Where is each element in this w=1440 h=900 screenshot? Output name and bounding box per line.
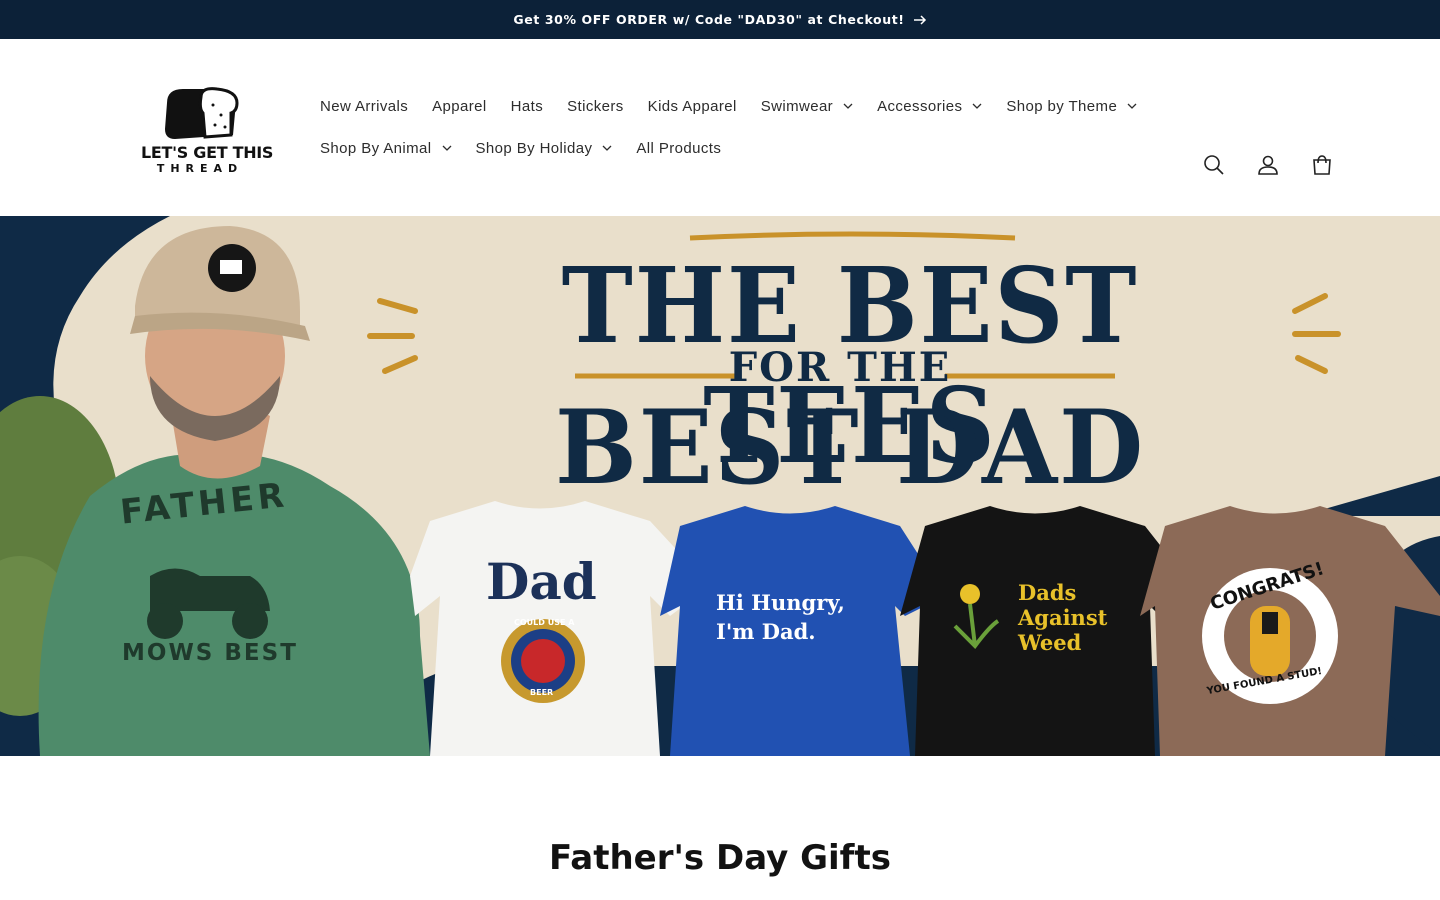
nav-apparel[interactable]: Apparel <box>420 85 499 127</box>
bread-logo-icon <box>165 87 239 139</box>
chevron-down-icon <box>602 145 612 151</box>
header-icons <box>1198 147 1338 183</box>
cart-button[interactable] <box>1306 147 1338 183</box>
nav-all-products[interactable]: All Products <box>624 127 733 169</box>
search-button[interactable] <box>1198 147 1230 183</box>
shirt-black-line-1: Dads <box>1018 580 1077 605</box>
arrow-right-icon <box>913 14 926 25</box>
brand-line-2: THREAD <box>156 162 244 175</box>
nav-label: Hats <box>510 97 544 115</box>
nav-label: New Arrivals <box>320 97 409 115</box>
nav-label: Shop By Holiday <box>475 139 593 157</box>
nav-shop-by-holiday[interactable]: Shop By Holiday <box>464 127 625 169</box>
brand-line-1: LET'S GET THIS <box>141 143 274 162</box>
nav-stickers[interactable]: Stickers <box>555 85 636 127</box>
nav-label: Shop by Theme <box>1006 97 1118 115</box>
nav-label: Shop By Animal <box>320 139 432 157</box>
shirt-blue-line-1: Hi Hungry, <box>716 590 845 615</box>
account-icon <box>1258 155 1278 175</box>
nav-hats[interactable]: Hats <box>499 85 555 127</box>
shirt-blue-line-2: I'm Dad. <box>716 619 816 644</box>
nav-kids-apparel[interactable]: Kids Apparel <box>636 85 749 127</box>
shirt-white-text: Dad <box>486 552 597 611</box>
nav-label: Stickers <box>567 97 624 115</box>
nav-swimwear[interactable]: Swimwear <box>749 85 865 127</box>
nav-shop-by-animal[interactable]: Shop By Animal <box>308 127 464 169</box>
hero-title-line-3: BEST DAD <box>554 388 1146 508</box>
site-header: LET'S GET THIS THREAD New Arrivals Appar… <box>0 39 1440 216</box>
nav-accessories[interactable]: Accessories <box>865 85 994 127</box>
shirt-black-line-2: Against <box>1018 605 1108 630</box>
shirt-black-line-3: Weed <box>1018 630 1082 655</box>
nav-shop-by-theme[interactable]: Shop by Theme <box>994 85 1149 127</box>
nav-label: Apparel <box>432 97 487 115</box>
hero-title-line-2: FOR THE <box>728 344 952 391</box>
search-icon <box>1204 155 1224 175</box>
chevron-down-icon <box>972 103 982 109</box>
nav-label: Accessories <box>877 97 963 115</box>
chevron-down-icon <box>442 145 451 151</box>
nav-label: All Products <box>636 139 722 157</box>
announcement-text[interactable]: Get 30% OFF ORDER w/ Code "DAD30" at Che… <box>513 12 904 27</box>
hero-banner[interactable]: THE BEST TEES FOR THE BEST DAD FATHER MO… <box>0 216 1440 756</box>
shirt-white-badge-top: COULD USE A <box>514 618 575 627</box>
main-nav: New Arrivals Apparel Hats Stickers Kids … <box>308 85 1188 169</box>
shirt-green-bottom-text: MOWS BEST <box>122 640 298 666</box>
nav-label: Swimwear <box>760 97 834 115</box>
shirt-white-badge-bottom: BEER <box>530 688 554 697</box>
chevron-down-icon <box>843 103 853 109</box>
account-button[interactable] <box>1252 147 1284 183</box>
chevron-down-icon <box>1127 103 1137 109</box>
nav-new-arrivals[interactable]: New Arrivals <box>308 85 420 127</box>
nav-label: Kids Apparel <box>647 97 737 115</box>
brand-logo[interactable]: LET'S GET THIS THREAD <box>141 85 274 175</box>
cart-icon <box>1313 155 1331 175</box>
section-title: Father's Day Gifts <box>549 838 891 878</box>
announcement-bar[interactable]: Get 30% OFF ORDER w/ Code "DAD30" at Che… <box>0 0 1440 39</box>
